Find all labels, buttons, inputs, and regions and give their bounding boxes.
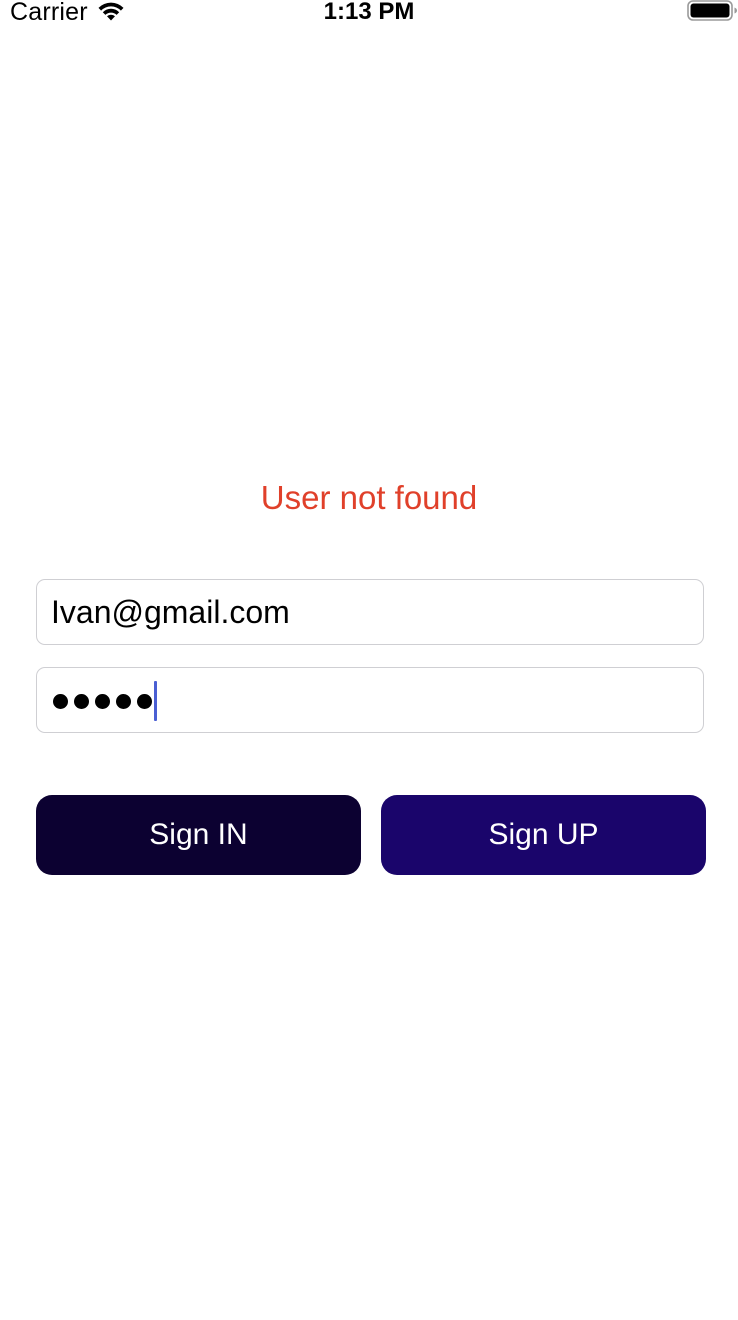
password-dot [53,693,68,709]
sign-up-button[interactable]: Sign UP [381,795,706,875]
password-field[interactable] [36,667,704,733]
battery-full-icon [687,0,737,21]
login-screen: Carrier 1:13 PM User not found Ivan@gmai… [0,0,738,1320]
password-dot [95,693,110,709]
error-message: User not found [260,479,478,516]
text-caret [154,681,157,721]
sign-in-button[interactable]: Sign IN [36,795,361,875]
password-dot [74,693,89,709]
status-bar: Carrier 1:13 PM [0,0,738,30]
email-field[interactable]: Ivan@gmail.com [36,579,704,645]
status-time: 1:13 PM [323,0,415,25]
password-masked-value [53,681,157,721]
email-field-value: Ivan@gmail.com [51,594,290,630]
password-dot [137,693,152,709]
password-dot [116,693,131,709]
